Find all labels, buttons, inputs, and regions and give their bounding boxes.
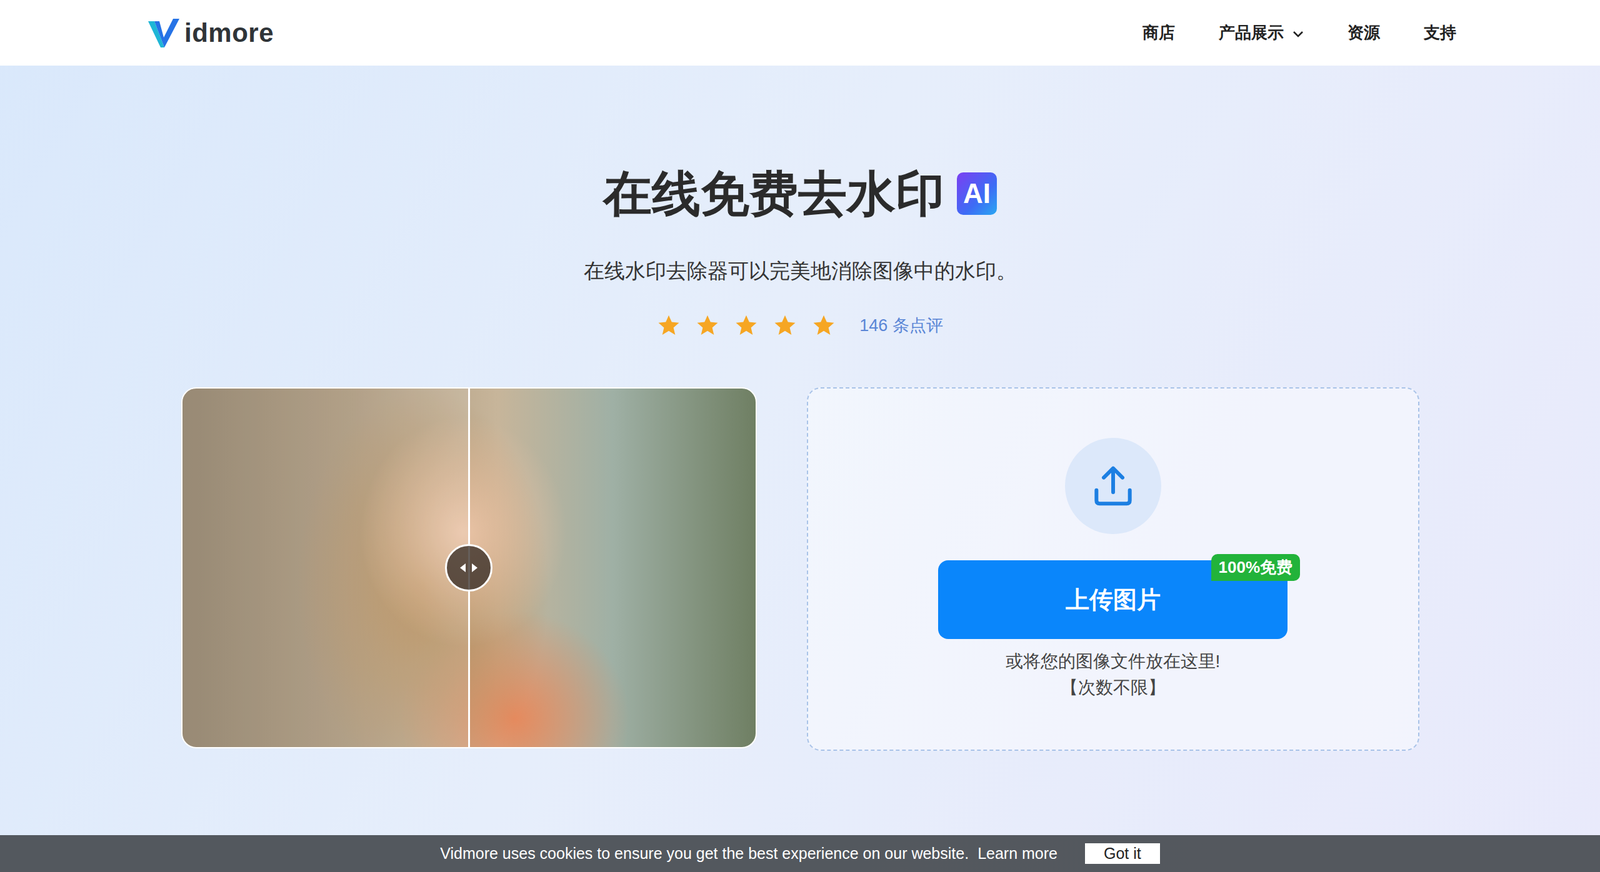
hero: 在线免费去水印 AI 在线水印去除器可以完美地消除图像中的水印。 146 条点评上传图… [0, 65, 1600, 752]
nav-item[interactable]: 产品展示 [1218, 21, 1304, 44]
title-row: 在线免费去水印 AI [603, 165, 997, 222]
review-count[interactable]: 146 条点评 [859, 314, 944, 337]
star-icon [695, 313, 720, 338]
header: idmore 商店 产品展示 资源 支持 [0, 0, 1600, 66]
nav-item[interactable]: 资源 [1347, 21, 1380, 44]
cookie-text: Vidmore uses cookies to ensure you get t… [440, 845, 969, 864]
subtitle: 在线水印去除器可以完美地消除图像中的水印。 [583, 257, 1017, 285]
free-badge: 100%免费 [1211, 554, 1301, 582]
preview-image [181, 387, 757, 749]
star-icon [656, 313, 681, 338]
nav-label: 产品展示 [1218, 21, 1284, 44]
page-title: 在线免费去水印 [603, 165, 945, 222]
star-icon [734, 313, 759, 338]
star-icon [811, 313, 836, 338]
upload-icon [1088, 461, 1139, 512]
nav-item[interactable]: 商店 [1142, 21, 1175, 44]
nav: 商店 产品展示 资源 支持 [1142, 21, 1457, 44]
stars [656, 313, 836, 338]
nav-label: 资源 [1347, 21, 1380, 44]
arrows-icon [458, 561, 480, 575]
logo-icon [145, 15, 182, 52]
chevron-down-icon [1292, 30, 1304, 39]
cookie-bar: Vidmore uses cookies to ensure you get t… [0, 835, 1600, 872]
content-row: 上传图片100%免费或将您的图像文件放在这里!【次数不限】 [181, 387, 1420, 752]
nav-item[interactable]: 支持 [1423, 21, 1457, 44]
logo-text: idmore [184, 18, 274, 49]
got-it-button[interactable]: Got it [1085, 843, 1160, 865]
ai-badge: AI [956, 172, 997, 215]
upload-dropzone[interactable]: 上传图片100%免费或将您的图像文件放在这里!【次数不限】 [806, 387, 1420, 752]
rating: 146 条点评 [656, 311, 944, 340]
drop-hint: 或将您的图像文件放在这里! [1005, 649, 1221, 675]
compare-handle[interactable] [445, 544, 493, 592]
nav-label: 商店 [1142, 21, 1175, 44]
logo[interactable]: idmore [145, 15, 274, 52]
upload-button-wrap: 上传图片100%免费 [938, 560, 1288, 640]
star-icon [773, 313, 797, 338]
nav-dropdown-holder [1292, 23, 1304, 43]
learn-more-link[interactable]: Learn more [977, 845, 1058, 864]
watermarked-half [182, 388, 470, 748]
limit-note: 【次数不限】 [1060, 675, 1166, 701]
nav-label: 支持 [1423, 21, 1457, 44]
upload-circle[interactable] [1065, 438, 1162, 535]
